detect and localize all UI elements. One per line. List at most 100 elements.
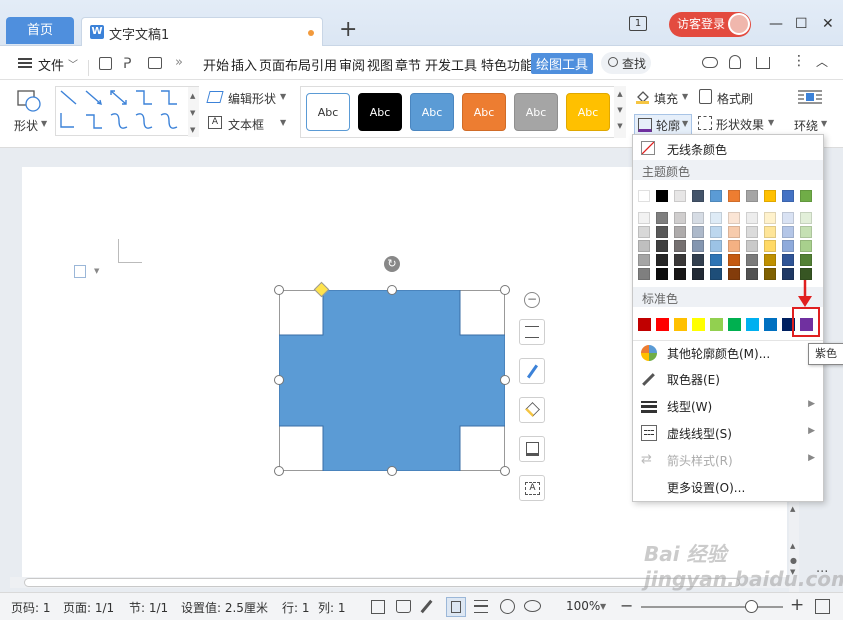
theme-color-swatch[interactable] <box>710 190 722 202</box>
menu-developer[interactable]: 开发工具 <box>425 55 477 74</box>
more-icon[interactable]: » <box>175 55 183 70</box>
theme-shade-swatch[interactable] <box>638 240 650 252</box>
outline-button[interactable]: 轮廓 ▼ <box>634 114 692 136</box>
theme-shade-swatch[interactable] <box>638 268 650 280</box>
textbox-button[interactable]: 文本框 <box>228 116 264 133</box>
theme-shade-swatch[interactable] <box>674 226 686 238</box>
theme-shade-swatch[interactable] <box>764 240 776 252</box>
wrap-button[interactable]: 环绕 <box>794 117 818 134</box>
theme-shade-swatch[interactable] <box>800 212 812 224</box>
shape-icon[interactable] <box>17 89 43 113</box>
pen-icon[interactable] <box>519 358 545 384</box>
menu-start[interactable]: 开始 <box>203 55 229 74</box>
resize-handle[interactable] <box>500 285 510 295</box>
shape-effects-button[interactable]: 形状效果 <box>716 116 764 133</box>
layout-options-icon[interactable] <box>519 319 545 345</box>
search-box[interactable]: 查找 <box>601 52 651 74</box>
theme-shade-swatch[interactable] <box>656 254 668 266</box>
zoom-slider-thumb[interactable] <box>744 600 758 613</box>
shape-gallery[interactable]: ▲ ▼ ▼ <box>55 86 199 137</box>
eye-protection-icon[interactable] <box>524 600 541 612</box>
more-outline-colors-item[interactable]: 其他轮廓颜色(M)... <box>633 340 823 366</box>
theme-shade-swatch[interactable] <box>692 226 704 238</box>
collapse-ribbon-icon[interactable]: ︿ <box>816 53 828 70</box>
page-view-icon[interactable] <box>446 597 466 617</box>
theme-shade-swatch[interactable] <box>782 268 794 280</box>
theme-shade-swatch[interactable] <box>638 254 650 266</box>
standard-color-swatch[interactable] <box>746 318 759 331</box>
document-icon[interactable] <box>74 265 86 278</box>
rotate-handle-icon[interactable]: ↻ <box>384 256 400 272</box>
theme-shade-swatch[interactable] <box>746 226 758 238</box>
shape-style-6[interactable]: Abc <box>566 93 610 131</box>
chevron-down-icon[interactable]: ▼ <box>94 267 99 275</box>
theme-shade-swatch[interactable] <box>692 268 704 280</box>
fill-button[interactable]: 填充 <box>654 90 678 107</box>
cloud-icon[interactable] <box>702 57 718 68</box>
theme-shade-swatch[interactable] <box>764 268 776 280</box>
standard-color-swatch[interactable] <box>656 318 669 331</box>
theme-shade-swatch[interactable] <box>656 268 668 280</box>
resize-handle[interactable] <box>274 466 284 476</box>
resize-handle[interactable] <box>387 466 397 476</box>
share-icon[interactable] <box>756 57 770 69</box>
theme-shade-swatch[interactable] <box>656 240 668 252</box>
collapse-toolbar-icon[interactable]: − <box>524 292 540 308</box>
shape-style-5[interactable]: Abc <box>514 93 558 131</box>
theme-shade-swatch[interactable] <box>638 226 650 238</box>
theme-shade-swatch[interactable] <box>800 226 812 238</box>
shape-label[interactable]: 形状 <box>14 117 38 134</box>
text-wrap-icon[interactable]: A <box>519 475 545 501</box>
scroll-thumb[interactable] <box>24 578 740 587</box>
standard-color-swatch[interactable] <box>692 318 705 331</box>
theme-shade-swatch[interactable] <box>800 240 812 252</box>
format-icon[interactable]: ᕈ <box>123 56 131 72</box>
edit-shape-button[interactable]: 编辑形状 <box>228 90 276 107</box>
print-icon[interactable] <box>148 57 162 69</box>
theme-color-swatch[interactable] <box>746 190 758 202</box>
cross-shape[interactable] <box>279 290 505 471</box>
theme-shade-swatch[interactable] <box>710 254 722 266</box>
theme-shade-swatch[interactable] <box>692 254 704 266</box>
theme-color-swatch[interactable] <box>764 190 776 202</box>
minimize-button[interactable]: — <box>769 16 783 32</box>
fit-window-icon[interactable] <box>815 599 830 614</box>
theme-shade-swatch[interactable] <box>674 212 686 224</box>
tab-home[interactable]: 首页 <box>6 17 74 44</box>
fullscreen-icon[interactable] <box>371 600 385 614</box>
resize-handle[interactable] <box>387 285 397 295</box>
theme-shade-swatch[interactable] <box>782 240 794 252</box>
theme-shade-swatch[interactable] <box>782 254 794 266</box>
theme-color-swatch[interactable] <box>728 190 740 202</box>
theme-shade-swatch[interactable] <box>800 254 812 266</box>
theme-shade-swatch[interactable] <box>782 212 794 224</box>
user-share-icon[interactable] <box>729 55 741 69</box>
resize-handle[interactable] <box>500 466 510 476</box>
web-view-icon[interactable] <box>500 599 515 614</box>
prev-page-icon[interactable]: ▲ <box>790 542 795 550</box>
more-settings-item[interactable]: 更多设置(O)... <box>633 474 823 500</box>
theme-shade-swatch[interactable] <box>656 212 668 224</box>
theme-shade-swatch[interactable] <box>692 240 704 252</box>
standard-color-swatch[interactable] <box>674 318 687 331</box>
standard-color-swatch[interactable] <box>728 318 741 331</box>
theme-shade-swatch[interactable] <box>656 226 668 238</box>
save-icon[interactable] <box>99 57 112 70</box>
theme-shade-swatch[interactable] <box>746 240 758 252</box>
scroll-up-icon[interactable]: ▲ <box>790 505 795 513</box>
zoom-out-button[interactable]: − <box>620 596 633 615</box>
menu-page-layout[interactable]: 页面布局 <box>259 55 311 74</box>
shape-style-1[interactable]: Abc <box>306 93 350 131</box>
setting-value[interactable]: 设置值: 2.5厘米 <box>181 599 268 616</box>
read-mode-icon[interactable] <box>396 600 411 613</box>
theme-shade-swatch[interactable] <box>782 226 794 238</box>
style-gallery-scroll[interactable]: ▲ ▼ ▼ <box>614 86 626 138</box>
menu-review[interactable]: 审阅 <box>339 55 365 74</box>
theme-shade-swatch[interactable] <box>728 212 740 224</box>
theme-color-swatch[interactable] <box>674 190 686 202</box>
theme-shade-swatch[interactable] <box>674 254 686 266</box>
shape-style-4[interactable]: Abc <box>462 93 506 131</box>
shape-style-3[interactable]: Abc <box>410 93 454 131</box>
theme-shade-swatch[interactable] <box>710 268 722 280</box>
theme-shade-swatch[interactable] <box>710 240 722 252</box>
